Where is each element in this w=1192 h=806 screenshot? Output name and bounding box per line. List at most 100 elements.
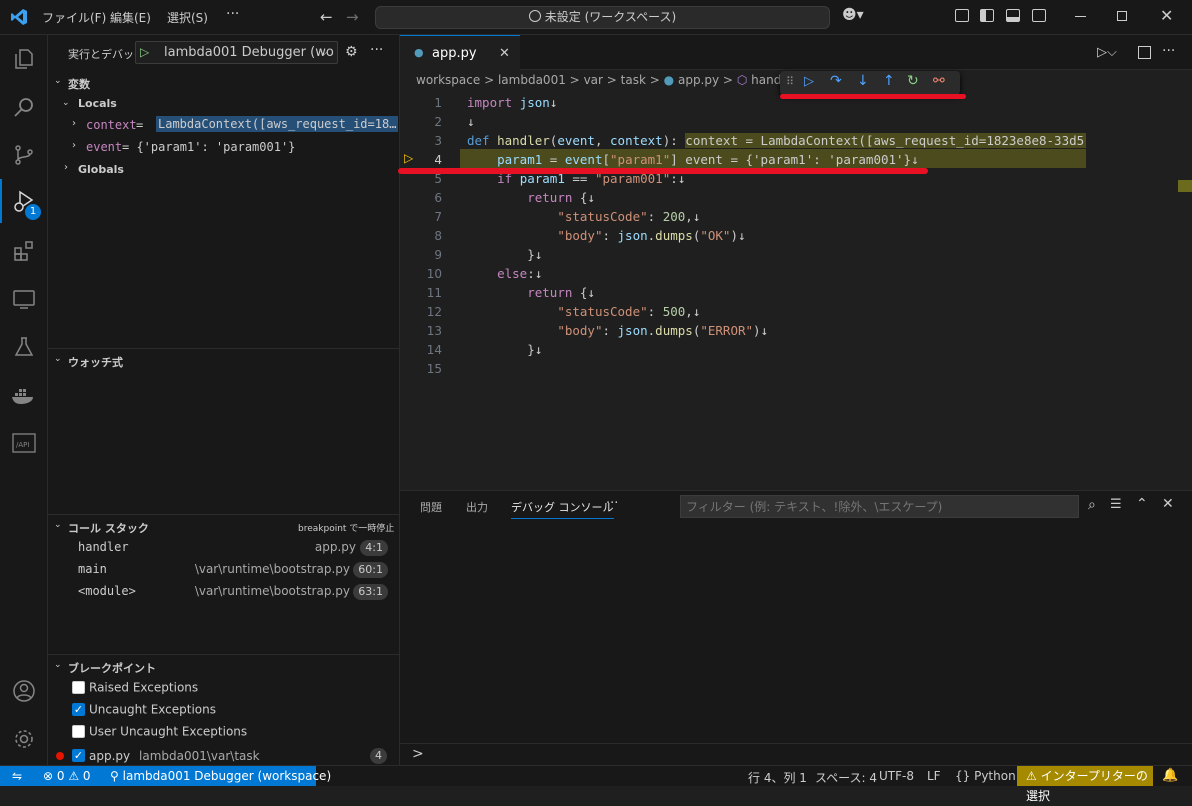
clear-console-icon[interactable]: ☰ (1110, 497, 1122, 512)
raised-checkbox[interactable] (72, 681, 85, 694)
tab-problems[interactable]: 問題 (420, 499, 442, 515)
maximize-icon[interactable] (1117, 11, 1127, 21)
language-mode[interactable]: {} Python (955, 769, 1016, 783)
close-panel-icon[interactable]: ✕ (1162, 496, 1174, 512)
menu-select[interactable]: 選択(S) (167, 9, 208, 26)
panel-more-icon[interactable]: ··· (606, 496, 618, 511)
search-view-icon[interactable] (0, 85, 48, 129)
debug-settings-gear-icon[interactable]: ⚙ (345, 44, 358, 60)
disconnect-icon[interactable]: ⚯ (933, 73, 945, 89)
menu-file[interactable]: ファイル(F) (42, 9, 106, 26)
end-of-line[interactable]: LF (927, 769, 941, 783)
error-count[interactable]: ⊗ 0 ⚠ 0 (43, 769, 91, 783)
docker-icon[interactable] (0, 373, 48, 417)
forward-arrow-icon[interactable]: → (346, 8, 359, 26)
globals-scope[interactable]: Globals (78, 163, 124, 176)
breadcrumb-item[interactable]: workspace (416, 73, 480, 87)
command-center[interactable]: 未設定 (ワークスペース) (375, 6, 830, 29)
frame-file: \var\runtime\bootstrap.py (194, 562, 350, 576)
chevron-down-icon[interactable]: ⌄ (54, 76, 62, 86)
toggle-panel-icon[interactable] (1006, 9, 1020, 22)
toggle-secondary-sidebar-icon[interactable] (1032, 9, 1046, 22)
restart-icon[interactable]: ↻ (907, 73, 919, 89)
remote-explorer-icon[interactable] (0, 277, 48, 321)
step-over-icon[interactable]: ↷ (830, 73, 842, 89)
breadcrumb-item[interactable]: lambda001 (498, 73, 566, 87)
run-debug-icon[interactable]: 1 (0, 179, 48, 223)
menu-edit[interactable]: 編集(E) (110, 9, 151, 26)
chevron-down-icon[interactable]: ⌄ (62, 98, 70, 108)
source-control-icon[interactable] (0, 133, 48, 177)
debug-config-select[interactable]: ▷ lambda001 Debugger (wo ⌵ (135, 41, 338, 64)
start-debug-icon[interactable]: ▷ (140, 45, 149, 59)
encoding[interactable]: UTF-8 (879, 769, 914, 783)
console-filter-input[interactable] (680, 495, 1079, 518)
interpreter-select[interactable]: ⚠ インタープリターの選択 (1017, 766, 1153, 803)
breakpoint-raised[interactable]: Raised Exceptions (72, 680, 198, 695)
breadcrumb-item[interactable]: task (621, 73, 646, 87)
callstack-frame[interactable]: main \var\runtime\bootstrap.py 60:1 (48, 558, 400, 580)
remote-indicator-icon[interactable]: ⇋ (0, 766, 34, 786)
variable-value: LambdaContext([aws_request_id=18… (156, 116, 399, 132)
debug-session-status[interactable]: ⚲ lambda001 Debugger (workspace) (110, 769, 331, 783)
toggle-sidebar-icon[interactable] (980, 9, 994, 22)
breadcrumb-item[interactable]: app.py (678, 73, 719, 87)
more-actions-icon[interactable]: ··· (370, 42, 383, 58)
minimize-icon[interactable] (1075, 16, 1086, 17)
run-file-icon[interactable]: ▷⌵ (1097, 45, 1117, 60)
variable-name: event (86, 140, 123, 154)
copilot-icon[interactable]: ☻▾ (842, 7, 864, 23)
notifications-bell-icon[interactable]: 🔔 (1162, 768, 1178, 783)
drag-handle-icon[interactable]: ⠿ (786, 75, 794, 88)
minimap[interactable] (1086, 92, 1192, 490)
breakpoint-user-uncaught[interactable]: User Uncaught Exceptions (72, 724, 247, 739)
chevron-down-icon[interactable]: ⌄ (54, 354, 62, 364)
tab-output[interactable]: 出力 (466, 499, 488, 515)
chevron-down-icon[interactable]: ⌄ (54, 520, 62, 530)
tab-debug-console[interactable]: デバッグ コンソール (511, 499, 614, 519)
watch-header[interactable]: ウォッチ式 (68, 354, 123, 370)
status-bar: ⇋ ⊗ 0 ⚠ 0 ⚲ lambda001 Debugger (workspac… (0, 765, 1192, 803)
search-icon[interactable]: ⌕ (1088, 497, 1096, 513)
tab-app-py[interactable]: ● app.py ✕ (400, 35, 520, 70)
variable-context-row[interactable]: › context = LambdaContext([aws_request_i… (48, 114, 400, 136)
console-prompt[interactable]: > (412, 746, 424, 762)
app-breakpoint-checkbox[interactable]: ✓ (72, 749, 85, 762)
maximize-panel-icon[interactable]: ⌃ (1136, 496, 1148, 512)
variable-event-row[interactable]: › event = {'param1': 'param001'} (48, 136, 400, 158)
breakpoint-label: Raised Exceptions (89, 680, 199, 695)
step-into-icon[interactable]: ↓ (857, 73, 869, 89)
extensions-icon[interactable] (0, 229, 48, 273)
chevron-down-icon[interactable]: ⌄ (54, 660, 62, 670)
split-editor-icon[interactable] (1138, 46, 1151, 59)
step-out-icon[interactable]: ↑ (883, 73, 895, 89)
continue-icon[interactable]: ▷ (804, 74, 814, 89)
breadcrumb-item[interactable]: var (584, 73, 603, 87)
testing-icon[interactable] (0, 325, 48, 369)
account-icon[interactable] (0, 669, 48, 713)
back-arrow-icon[interactable]: ← (320, 8, 333, 26)
user-uncaught-checkbox[interactable] (72, 725, 85, 738)
explorer-icon[interactable] (0, 37, 48, 81)
breakpoint-uncaught[interactable]: ✓ Uncaught Exceptions (72, 702, 216, 717)
code-area[interactable]: 1 2 3 4 5 6 7 8 9 10 11 12 13 14 15 impo… (400, 92, 1086, 382)
locals-scope[interactable]: Locals (78, 97, 117, 110)
callstack-frame[interactable]: <module> \var\runtime\bootstrap.py 63:1 (48, 580, 400, 602)
breakpoints-header[interactable]: ブレークポイント (68, 660, 156, 676)
uncaught-checkbox[interactable]: ✓ (72, 703, 85, 716)
menu-more[interactable]: ··· (226, 6, 239, 22)
layout-icon[interactable] (955, 9, 969, 22)
api-icon[interactable]: /API (0, 421, 48, 465)
code-line: ↓ (467, 114, 475, 129)
chevron-right-icon[interactable]: › (64, 162, 68, 173)
close-tab-icon[interactable]: ✕ (499, 46, 510, 61)
manage-gear-icon[interactable] (0, 717, 48, 761)
indentation[interactable]: スペース: 4 (815, 769, 877, 786)
close-window-icon[interactable]: ✕ (1160, 6, 1173, 25)
breakpoint-file[interactable]: ✓ app.py lambda001\var\task 4 (48, 746, 400, 766)
callstack-header[interactable]: コール スタック (68, 520, 149, 536)
callstack-frame[interactable]: handler app.py 4:1 (48, 536, 400, 558)
cursor-position[interactable]: 行 4、列 1 (748, 769, 807, 786)
editor-more-icon[interactable]: ··· (1162, 43, 1175, 59)
variables-header[interactable]: 変数 (68, 76, 90, 92)
